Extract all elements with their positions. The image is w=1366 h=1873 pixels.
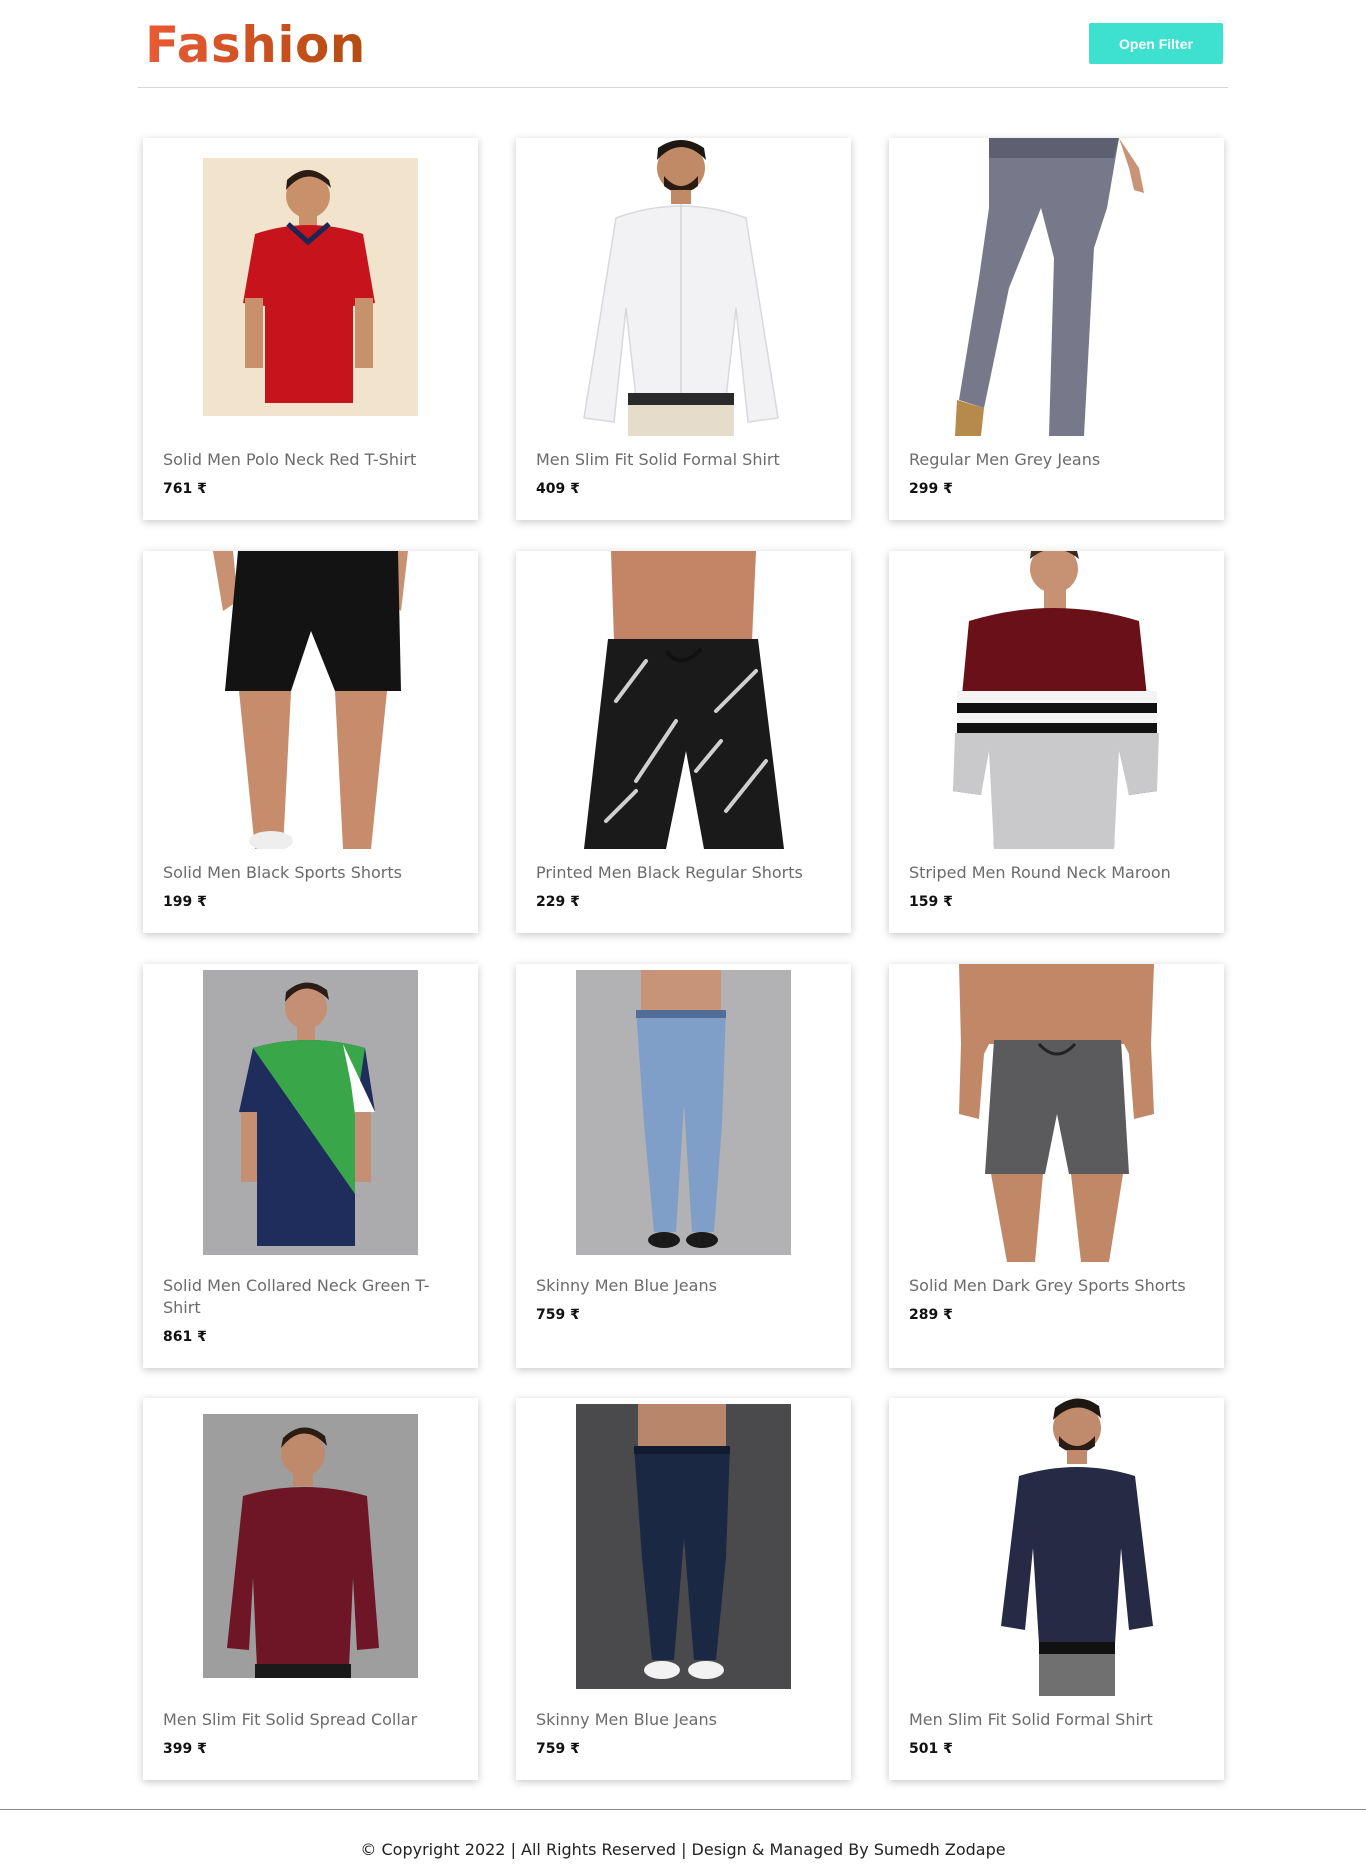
product-price: 861 ₹ <box>163 1329 207 1345</box>
product-image[interactable] <box>889 964 1224 1262</box>
product-card[interactable]: Men Slim Fit Solid Formal Shirt 501 ₹ <box>889 1398 1224 1780</box>
product-image[interactable] <box>143 551 478 849</box>
open-filter-button[interactable]: Open Filter <box>1089 23 1223 64</box>
product-image[interactable] <box>143 138 478 436</box>
product-card[interactable]: Printed Men Black Regular Shorts 229 ₹ <box>516 551 851 933</box>
product-price: 229 ₹ <box>536 894 580 910</box>
product-card[interactable]: Men Slim Fit Solid Spread Collar 399 ₹ <box>143 1398 478 1780</box>
product-image[interactable] <box>889 138 1224 436</box>
product-name[interactable]: Men Slim Fit Solid Formal Shirt <box>909 1709 1204 1731</box>
product-card[interactable]: Men Slim Fit Solid Formal Shirt 409 ₹ <box>516 138 851 520</box>
product-card[interactable]: Solid Men Collared Neck Green T-Shirt 86… <box>143 964 478 1368</box>
product-price: 159 ₹ <box>909 894 953 910</box>
product-image[interactable] <box>889 1398 1224 1696</box>
site-header: Fashion Open Filter <box>138 0 1228 88</box>
product-price: 399 ₹ <box>163 1741 207 1757</box>
product-image[interactable] <box>143 964 478 1262</box>
product-card[interactable]: Solid Men Polo Neck Red T-Shirt 761 ₹ <box>143 138 478 520</box>
product-price: 501 ₹ <box>909 1741 953 1757</box>
product-price: 761 ₹ <box>163 481 207 497</box>
product-image[interactable] <box>889 551 1224 849</box>
product-image[interactable] <box>143 1398 478 1696</box>
product-name[interactable]: Men Slim Fit Solid Spread Collar <box>163 1709 458 1731</box>
product-price: 759 ₹ <box>536 1307 580 1323</box>
product-name[interactable]: Skinny Men Blue Jeans <box>536 1275 831 1297</box>
product-name[interactable]: Solid Men Polo Neck Red T-Shirt <box>163 449 458 471</box>
product-card[interactable]: Skinny Men Blue Jeans 759 ₹ <box>516 1398 851 1780</box>
product-price: 199 ₹ <box>163 894 207 910</box>
brand-logo[interactable]: Fashion <box>145 15 366 75</box>
product-name[interactable]: Printed Men Black Regular Shorts <box>536 862 831 884</box>
product-name[interactable]: Men Slim Fit Solid Formal Shirt <box>536 449 831 471</box>
product-price: 759 ₹ <box>536 1741 580 1757</box>
product-name[interactable]: Solid Men Black Sports Shorts <box>163 862 458 884</box>
product-image[interactable] <box>516 138 851 436</box>
product-price: 289 ₹ <box>909 1307 953 1323</box>
product-name[interactable]: Striped Men Round Neck Maroon <box>909 862 1204 884</box>
product-image[interactable] <box>516 551 851 849</box>
product-name[interactable]: Regular Men Grey Jeans <box>909 449 1204 471</box>
product-card[interactable]: Skinny Men Blue Jeans 759 ₹ <box>516 964 851 1368</box>
product-card[interactable]: Solid Men Dark Grey Sports Shorts 289 ₹ <box>889 964 1224 1368</box>
product-price: 299 ₹ <box>909 481 953 497</box>
product-image[interactable] <box>516 1398 851 1696</box>
site-footer: © Copyright 2022 | All Rights Reserved |… <box>0 1809 1366 1873</box>
product-card[interactable]: Regular Men Grey Jeans 299 ₹ <box>889 138 1224 520</box>
product-name[interactable]: Solid Men Collared Neck Green T-Shirt <box>163 1275 458 1319</box>
product-image[interactable] <box>516 964 851 1262</box>
product-card[interactable]: Striped Men Round Neck Maroon 159 ₹ <box>889 551 1224 933</box>
product-name[interactable]: Skinny Men Blue Jeans <box>536 1709 831 1731</box>
product-name[interactable]: Solid Men Dark Grey Sports Shorts <box>909 1275 1204 1297</box>
product-price: 409 ₹ <box>536 481 580 497</box>
product-card[interactable]: Solid Men Black Sports Shorts 199 ₹ <box>143 551 478 933</box>
copyright-text: © Copyright 2022 | All Rights Reserved |… <box>360 1840 1006 1859</box>
